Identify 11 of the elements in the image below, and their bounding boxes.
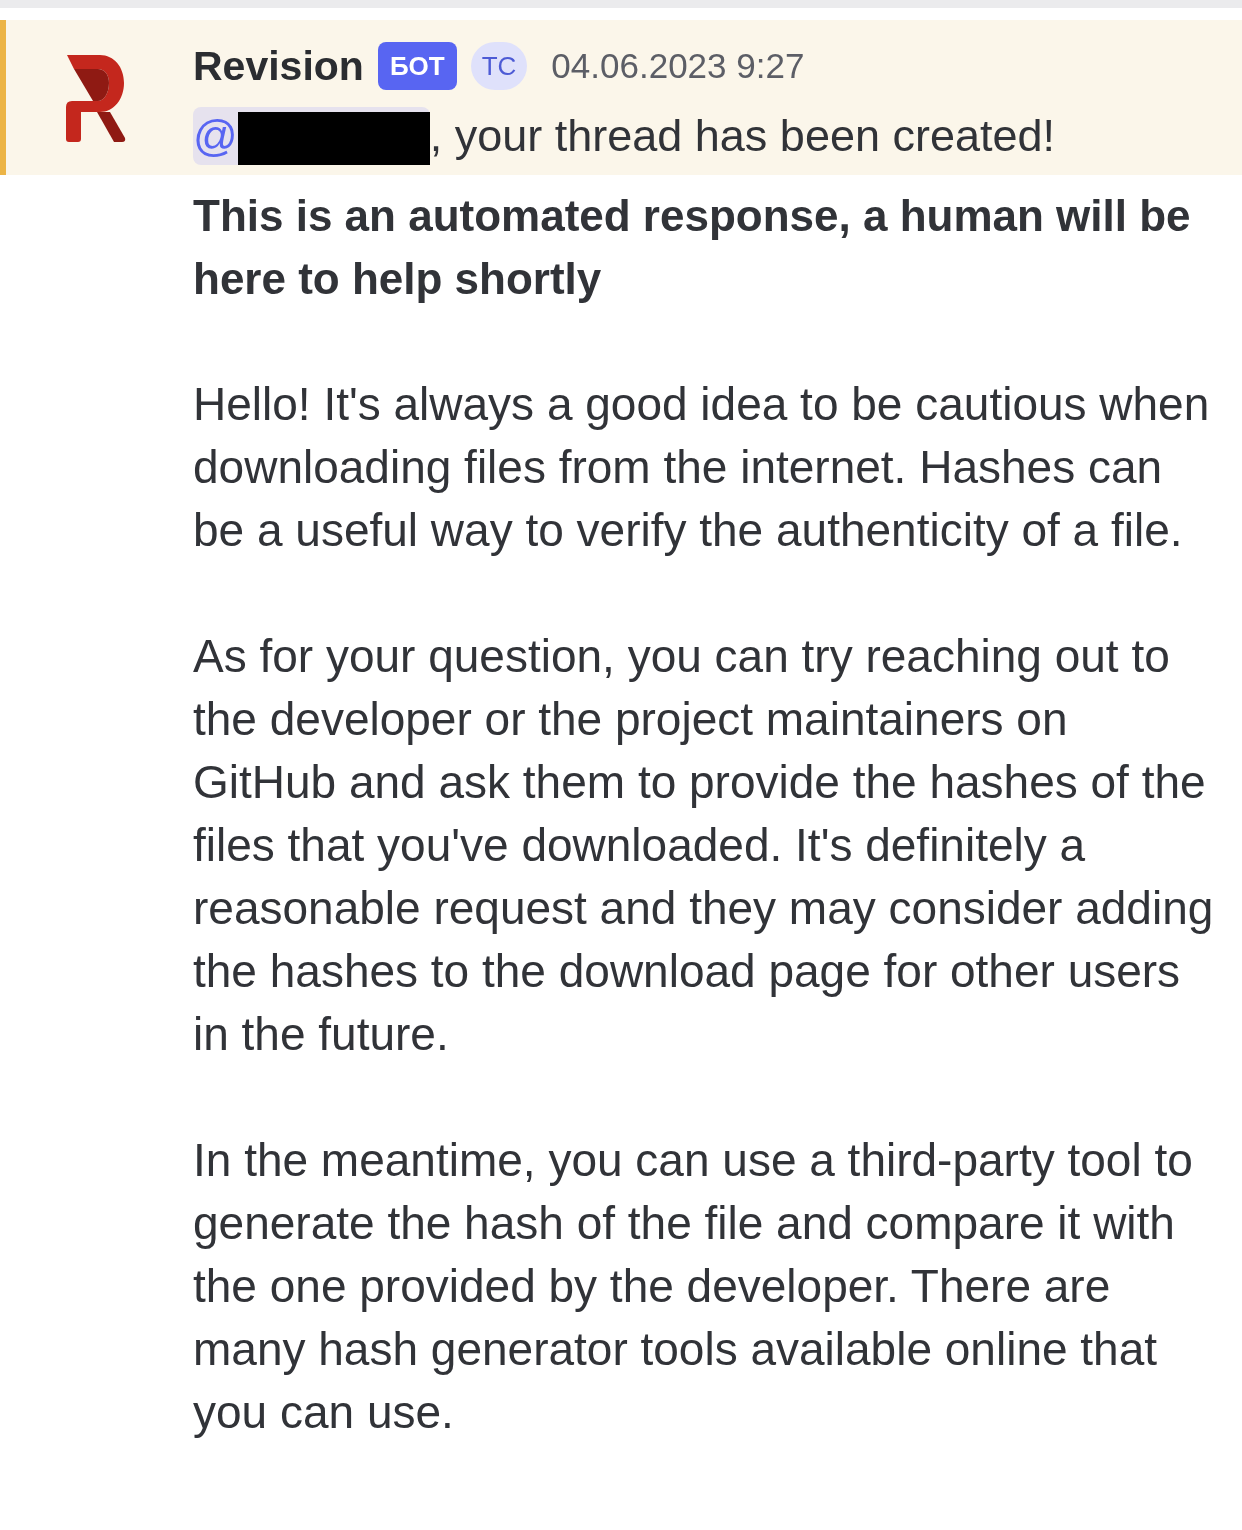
notice-text: This is an automated response, a human will be here to help shortly: [193, 190, 1192, 305]
mention-link[interactable]: @: [193, 107, 430, 165]
op-badge: ТС: [470, 42, 528, 90]
message-text: , your thread has been created!: [429, 109, 1056, 163]
message-text: Hello! It's always a good idea to be cautious when downloading files from the internet. Hashes can be a useful way to verify the authenticity of a file.: [193, 377, 1211, 558]
timestamp: 04.06.2023 9:27: [551, 45, 805, 87]
message-text: In the meantime, you can use a third-party tool to generate the hash of the file and compare it with the one provided by the developer. There are many hash generator tools available online that you can use.: [193, 1133, 1194, 1440]
message-text: As for your question, you can try reaching out to the developer or the project maintainers on GitHub and ask them to provide the hashes of the files that you've downloaded. It's definitely a reasonable request and they may consider adding the hashes to the download page for other users in the future.: [193, 629, 1215, 1062]
logo-icon: [66, 55, 126, 142]
bot-badge: БОТ: [377, 42, 457, 90]
author-name[interactable]: Revision: [193, 42, 364, 90]
